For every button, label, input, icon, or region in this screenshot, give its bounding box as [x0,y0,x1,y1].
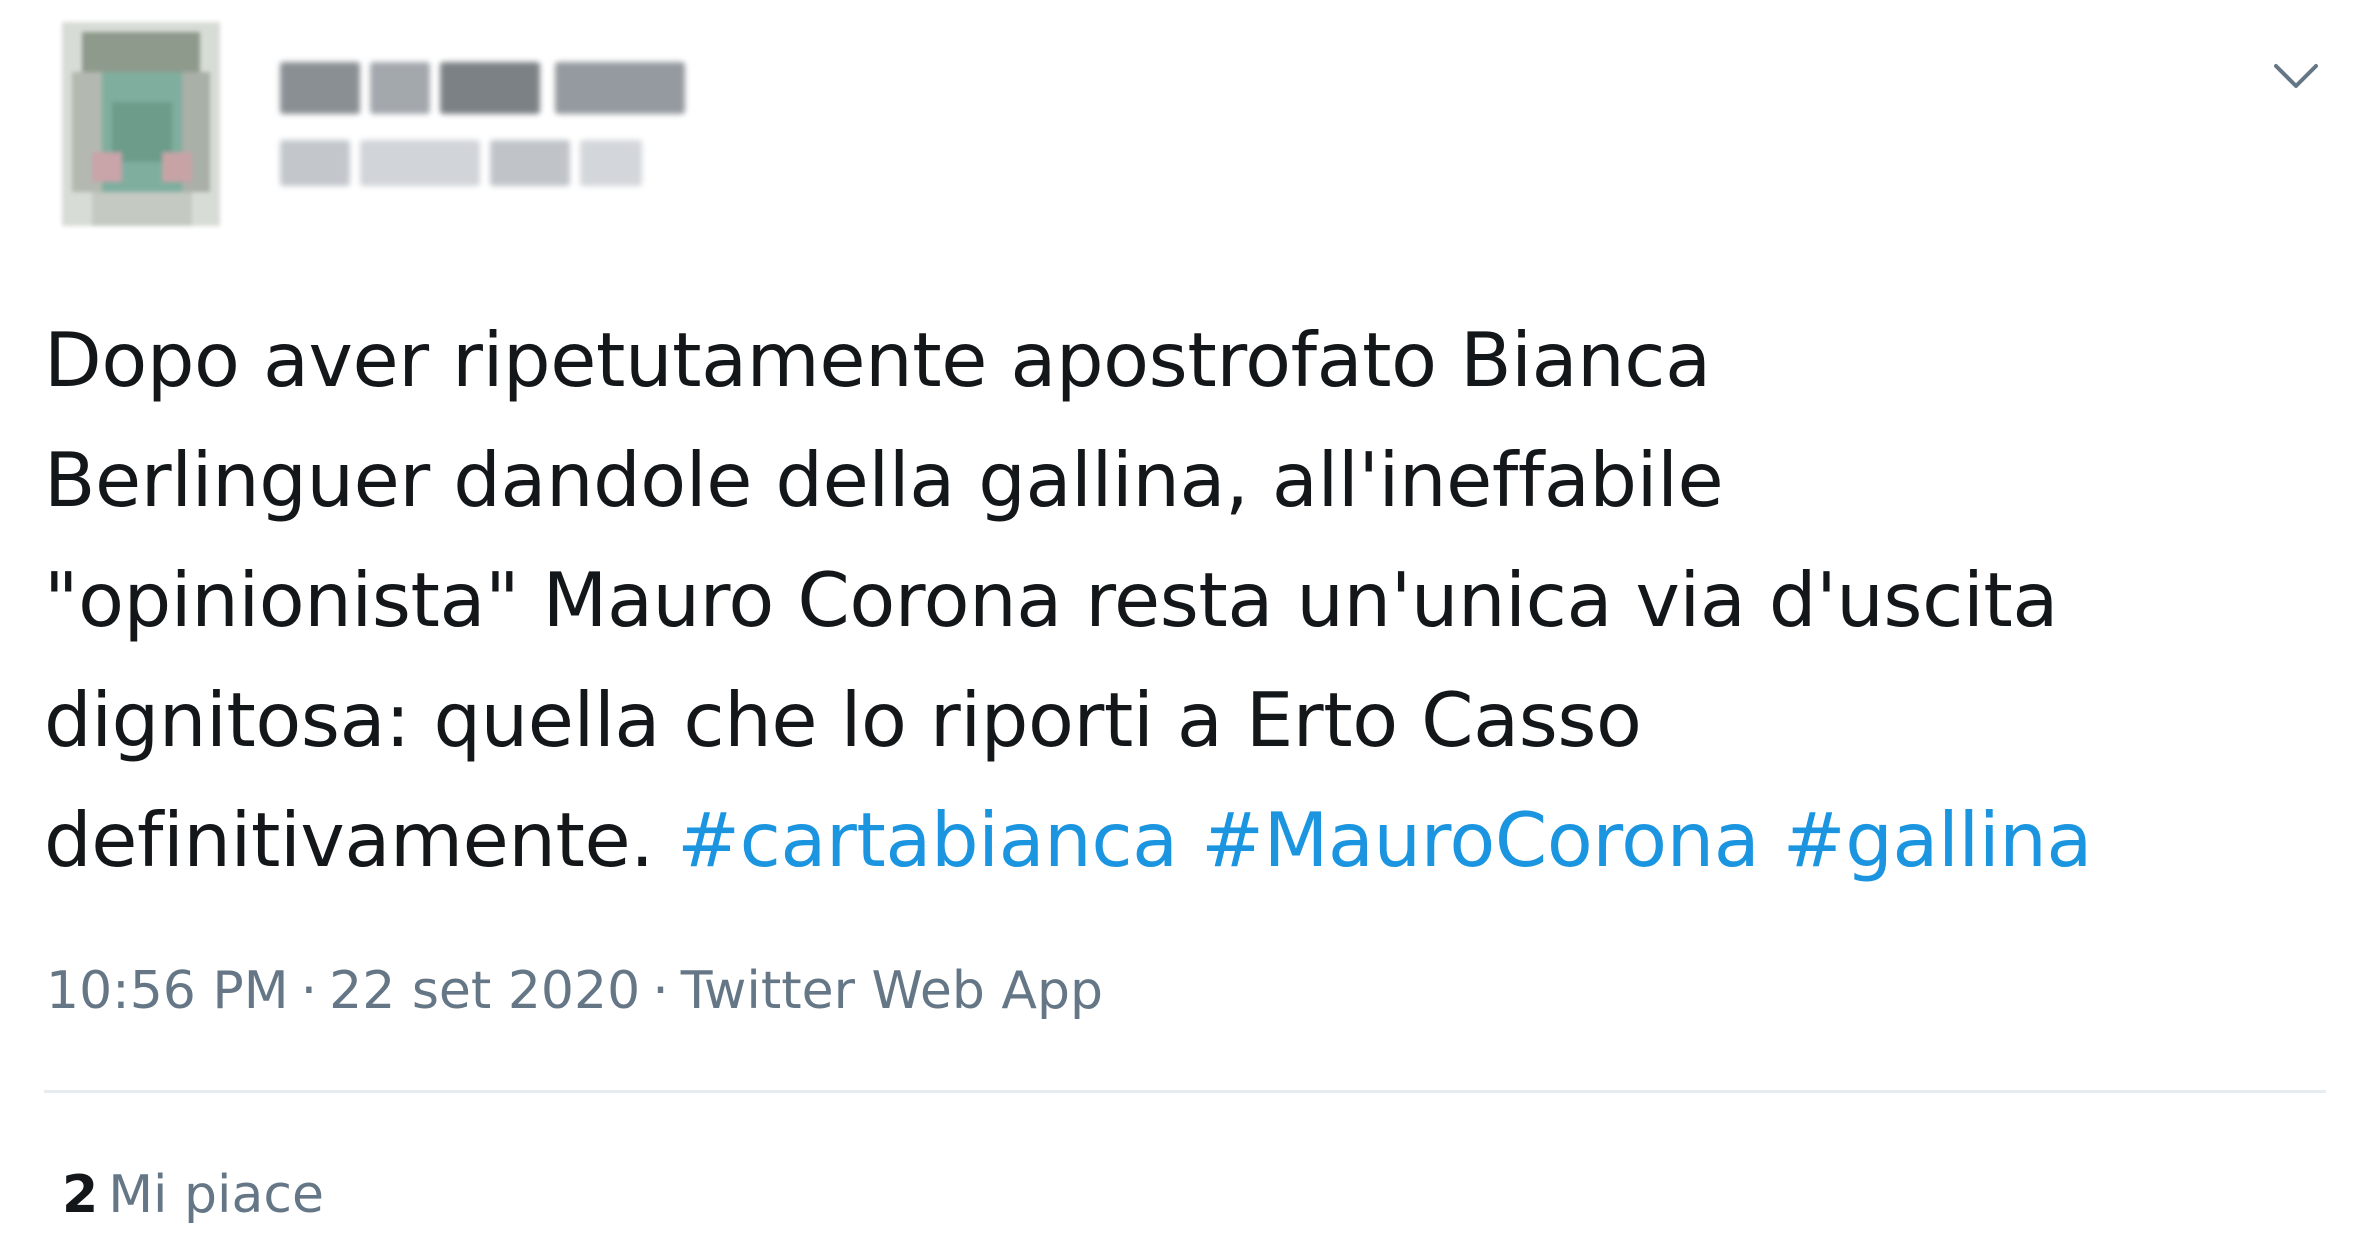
tweet-date: 22 set 2020 [329,961,641,1021]
tweet-text-ending: definitivamente. [44,796,654,884]
likes-count: 2 [62,1165,99,1225]
tweet-text-line: "opinionista" Mauro Corona resta un'unic… [44,556,2058,644]
tweet-menu-button[interactable] [2270,56,2322,96]
hashtag-link[interactable]: #MauroCorona [1201,796,1760,884]
user-handle[interactable] [280,140,642,186]
chevron-down-icon [2274,64,2318,88]
tweet-meta: 10:56 PM · 22 set 2020 · Twitter Web App [46,956,1103,1026]
likes-link[interactable]: 2 Mi piace [62,1160,324,1230]
divider [44,1090,2326,1093]
meta-separator: · [300,961,318,1021]
tweet-text-line: Berlinguer dandole della gallina, all'in… [44,436,1724,524]
likes-label: Mi piace [108,1165,324,1225]
tweet-text-line: Dopo aver ripetutamente apostrofato Bian… [44,316,1711,404]
meta-separator: · [652,961,669,1021]
tweet-timestamp-link[interactable]: 10:56 PM · 22 set 2020 [46,961,640,1021]
tweet-source-link[interactable]: Twitter Web App [681,961,1103,1021]
avatar[interactable] [62,22,220,226]
tweet-text-line-last: definitivamente. #cartabianca #MauroCoro… [44,780,2344,900]
tweet-text-line: dignitosa: quella che lo riporti a Erto … [44,676,1642,764]
display-name[interactable] [280,62,685,114]
tweet-text: Dopo aver ripetutamente apostrofato Bian… [44,300,2344,900]
hashtag-link[interactable]: #cartabianca [677,796,1178,884]
hashtag-link[interactable]: #gallina [1783,796,2093,884]
tweet-time: 10:56 PM [46,961,289,1021]
tweet-card: Dopo aver ripetutamente apostrofato Bian… [0,0,2360,1244]
